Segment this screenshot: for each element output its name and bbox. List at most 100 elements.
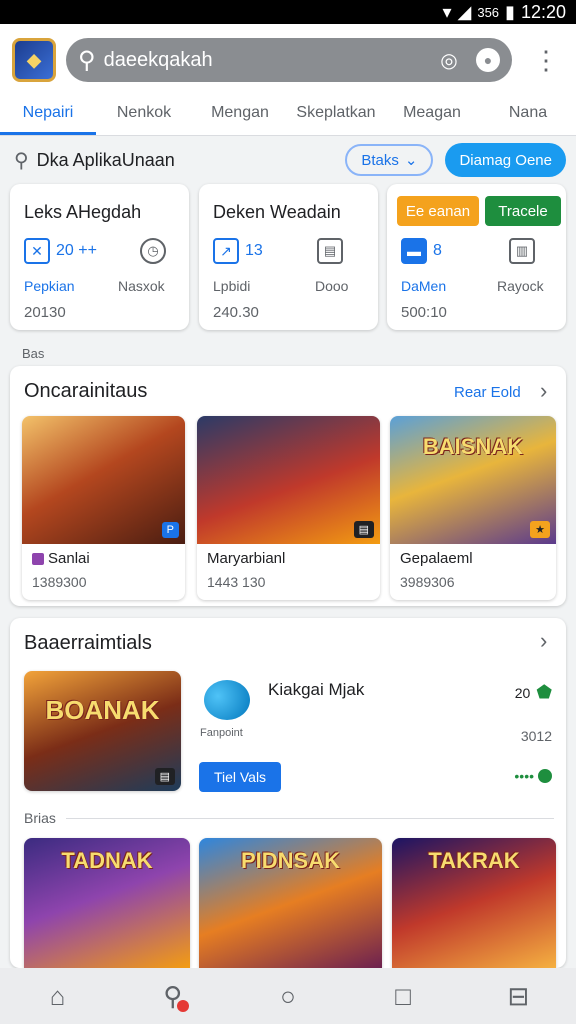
keyboard-icon: ▤	[317, 238, 343, 264]
stat-card-2[interactable]: Deken Weadain ↗ 13 ▤ Lpbidi Dooo 240.30	[199, 184, 378, 330]
section-label: Bas	[22, 346, 45, 361]
search-row-text[interactable]: Dka AplikaUnaan	[37, 150, 346, 171]
game-card[interactable]: BAISNAK ★ Gepalaeml 3989306	[390, 416, 556, 600]
lens-icon[interactable]: ●	[476, 48, 500, 72]
tools-icon: ✕	[24, 238, 50, 264]
chevron-right-icon[interactable]: ›	[540, 378, 547, 404]
promo-count: 20	[514, 684, 531, 701]
stat-value: 8	[433, 242, 442, 259]
stat-value: 13	[245, 242, 263, 259]
game-art-title: PIDNSAK	[240, 848, 340, 873]
tag-icon: ▤	[353, 521, 374, 538]
square-icon[interactable]: □	[379, 976, 427, 1016]
game-card[interactable]: TADNAK	[24, 838, 190, 968]
stat-label-blue: DaMen	[401, 278, 447, 294]
chevron-right-icon[interactable]: ›	[540, 628, 547, 654]
stat-title: Deken Weadain	[213, 202, 341, 222]
promo-title: Kiakgai Mjak	[268, 680, 365, 699]
section-games-1: Oncarainitaus Rear Eold › P Sanlai 13893…	[10, 366, 566, 606]
download-icon[interactable]	[538, 769, 552, 783]
game-art-title: TADNAK	[61, 848, 153, 873]
shield-icon: ⬟	[536, 682, 552, 702]
top-app-bar: ◆ ⚲ daeekqakah ◎ ● ⋮	[0, 24, 576, 96]
voice-search-icon[interactable]: ◎	[436, 47, 462, 73]
tag-icon: ★	[530, 521, 550, 538]
signal-icon: ◢	[457, 1, 472, 22]
promo-button[interactable]: Tiel Vals	[199, 762, 281, 792]
game-artwork: P	[22, 416, 185, 544]
tab-nepairi[interactable]: Nepairi	[0, 96, 96, 135]
badge-icon: P	[161, 522, 179, 538]
category-tabs: Nepairi Nenkok Mengan Skeplatkan Meagan …	[0, 96, 576, 136]
see-more-link[interactable]: Rear Eold	[454, 384, 521, 401]
game-art-title: TAKRAK	[428, 848, 520, 873]
section-title: Baaerraimtials	[24, 632, 152, 654]
tab-mengan[interactable]: Mengan	[192, 96, 288, 135]
stat-label: Rayock	[497, 278, 544, 294]
tab-skeplatkan[interactable]: Skeplatkan	[288, 96, 384, 135]
search-icon: ⚲	[14, 149, 29, 172]
search-icon: ⚲	[78, 46, 96, 74]
game-card[interactable]: PIDNSAK	[199, 838, 382, 968]
primary-chip-button[interactable]: Diamag Oene	[445, 143, 566, 177]
notification-dot	[176, 1000, 189, 1012]
stat-card-3[interactable]: Ee eanan Tracele ▬ 8 ▥ DaMen Rayock 500:…	[387, 184, 566, 330]
circle-icon[interactable]: ○	[264, 976, 312, 1016]
game-meta: 3989306	[400, 574, 455, 590]
chat-icon: ▬	[401, 238, 427, 264]
stat-number: 500:10	[401, 304, 447, 321]
divider	[66, 818, 554, 819]
wifi-icon: ▾	[442, 1, 452, 22]
game-artwork: BAISNAK ★	[390, 416, 556, 544]
tab-nenkok[interactable]: Nenkok	[96, 96, 192, 135]
clipboard-icon: ▥	[509, 238, 535, 264]
featured-art-title: BOANAK	[45, 695, 160, 725]
timer-icon: ◷	[140, 238, 166, 264]
publisher-logo-icon	[204, 680, 250, 720]
profile-icon[interactable]: ⊟	[494, 976, 542, 1016]
more-vert-icon[interactable]: ⋮	[532, 47, 560, 73]
stat-card-1[interactable]: Leks AHegdah ✕ 20 ++ ◷ Pepkian Nasxok 20…	[10, 184, 189, 330]
battery-icon: ▮	[505, 1, 515, 22]
search-box[interactable]: ⚲ daeekqakah ◎ ●	[66, 38, 512, 82]
section-title: Oncarainitaus	[24, 380, 148, 402]
status-bar: ▾ ◢ 356 ▮ 12:20	[0, 0, 576, 24]
bottom-navigation: ⌂ ⚲ ○ □ ⊟	[0, 968, 576, 1024]
game-meta: 1389300	[32, 574, 87, 590]
stat-label-2: Lpbidi	[213, 278, 251, 294]
game-card[interactable]: ▤ Maryarbianl 1443 130	[197, 416, 380, 600]
rating-dots: ••••	[514, 768, 534, 784]
featured-game-art[interactable]: BOANAK ▤	[24, 671, 181, 791]
promo-value: 3012	[520, 728, 552, 744]
stat-label-blue: Pepkian	[24, 278, 75, 294]
search-icon[interactable]: ⚲	[149, 976, 197, 1016]
stat-number: 240.30	[213, 304, 259, 321]
filter-chip[interactable]: Btaks ⌄	[345, 144, 434, 176]
game-card[interactable]: TAKRAK	[392, 838, 556, 968]
stat-title: Leks AHegdah	[24, 202, 142, 222]
game-artwork: ▤	[197, 416, 380, 544]
tab-nana[interactable]: Nana	[480, 96, 576, 135]
filter-chip-label: Btaks	[361, 151, 399, 169]
app-logo-icon[interactable]: ◆	[12, 38, 56, 82]
stat-number: 20130	[24, 304, 66, 321]
signal-text: 356	[477, 4, 500, 20]
chevron-down-icon: ⌄	[404, 152, 418, 169]
promo-subtitle: Fanpoint	[200, 727, 243, 739]
search-input[interactable]: daeekqakah	[104, 49, 420, 72]
game-meta: 1443 130	[207, 574, 266, 590]
chart-icon: ↗	[213, 238, 239, 264]
game-name: Sanlai	[48, 550, 90, 567]
divider-label: Brias	[24, 810, 56, 826]
orange-badge[interactable]: Ee eanan	[397, 196, 479, 226]
game-name: Gepalaeml	[400, 550, 473, 567]
home-icon[interactable]: ⌂	[34, 976, 82, 1016]
game-card[interactable]: P Sanlai 1389300	[22, 416, 185, 600]
green-badge[interactable]: Tracele	[485, 196, 561, 226]
tab-meagan[interactable]: Meagan	[384, 96, 480, 135]
tag-icon: ▤	[154, 768, 175, 785]
stat-label: Nasxok	[118, 278, 165, 294]
genre-icon	[32, 552, 44, 565]
stat-label: Dooo	[315, 278, 349, 294]
stat-value: 20 ++	[56, 242, 97, 259]
